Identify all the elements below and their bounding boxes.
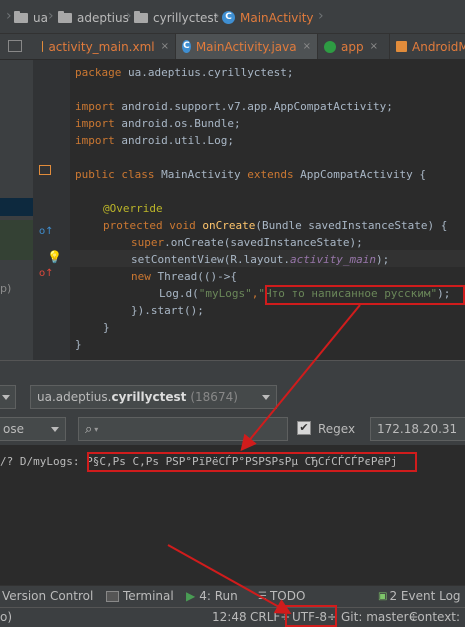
annotation-arrows bbox=[167, 304, 361, 614]
arrow-to-encoding bbox=[167, 544, 292, 614]
arrow-to-log bbox=[240, 304, 361, 452]
